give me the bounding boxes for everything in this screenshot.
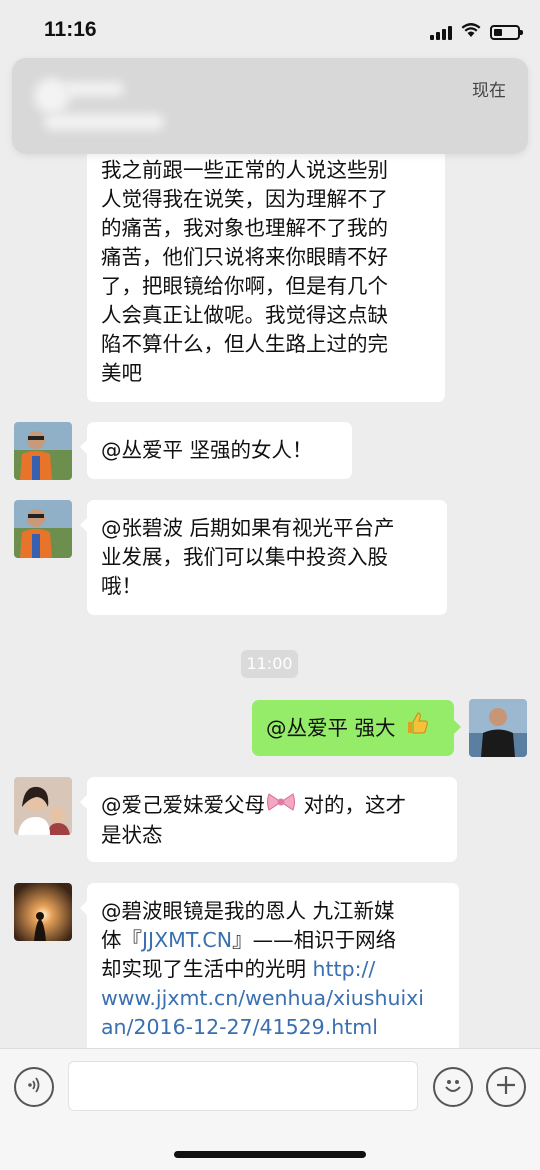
message-text: 对的，这才: [297, 793, 407, 817]
avatar[interactable]: [14, 883, 72, 941]
home-indicator[interactable]: [174, 1151, 366, 1158]
signal-icon: [430, 24, 452, 40]
message-line: 是状态: [101, 823, 163, 847]
emoji-button[interactable]: [433, 1067, 473, 1107]
emoji-icon: [440, 1072, 466, 1102]
message-line: 业发展，我们可以集中投资入股: [101, 545, 388, 569]
message-text: 』——相识于网络: [232, 928, 397, 952]
link[interactable]: http://: [313, 957, 376, 981]
message-bubble[interactable]: @丛爱平 强大: [252, 700, 461, 757]
avatar[interactable]: [469, 699, 527, 757]
avatar[interactable]: [14, 777, 72, 835]
message-bubble[interactable]: @丛爱平 坚强的女人！: [80, 422, 352, 479]
link[interactable]: an/2016-12-27/41529.html: [101, 1013, 445, 1042]
plus-button[interactable]: [486, 1067, 526, 1107]
plus-icon: [495, 1074, 517, 1100]
message-text: @爱己爱妹爱父母: [101, 793, 265, 817]
message-line: 了，把眼镜给你啊，但是有几个: [101, 274, 388, 298]
message-line: 人觉得我在说笑，因为理解不了: [101, 187, 388, 211]
message-bubble[interactable]: 我之前跟一些正常的人说这些别 人觉得我在说笑，因为理解不了 的痛苦，我对象也理解…: [80, 120, 445, 402]
timestamp: 11:00: [241, 650, 298, 678]
message-text: @丛爱平 强大: [266, 716, 396, 740]
link[interactable]: www.jjxmt.cn/wenhua/xiushuixi: [101, 984, 445, 1013]
wifi-icon: [460, 22, 482, 42]
battery-icon: [490, 24, 523, 40]
notification-content-blurred: [30, 72, 180, 138]
chat-area[interactable]: 我之前跟一些正常的人说这些别 人觉得我在说笑，因为理解不了 的痛苦，我对象也理解…: [0, 0, 540, 1048]
message-line: 我之前跟一些正常的人说这些别: [101, 158, 388, 182]
voice-button[interactable]: [14, 1067, 54, 1107]
message-line: 哦！: [101, 574, 142, 598]
message-line: 美吧: [101, 361, 142, 385]
message-line: @张碧波 后期如果有视光平台产: [101, 516, 395, 540]
message-bubble[interactable]: @张碧波 后期如果有视光平台产 业发展，我们可以集中投资入股 哦！: [80, 500, 447, 615]
message-bubble[interactable]: @爱己爱妹爱父母 对的，这才 是状态: [80, 777, 457, 862]
status-bar: 11:16: [0, 0, 540, 62]
voice-icon: [24, 1075, 44, 1099]
message-text: 体『: [101, 928, 142, 952]
bow-icon: [266, 791, 296, 821]
message-line: @碧波眼镜是我的恩人 九江新媒: [101, 899, 395, 923]
notification-banner[interactable]: 现在: [12, 58, 528, 154]
message-text: 却实现了生活中的光明: [101, 957, 313, 981]
link[interactable]: JJXMT.CN: [142, 928, 232, 952]
message-line: 人会真正让做呢。我觉得这点缺: [101, 303, 388, 327]
message-text: @丛爱平 坚强的女人！: [101, 438, 313, 462]
thumbs-up-icon: [404, 701, 430, 757]
avatar[interactable]: [14, 422, 72, 480]
message-bubble[interactable]: @碧波眼镜是我的恩人 九江新媒 体『JJXMT.CN』——相识于网络 却实现了生…: [80, 883, 459, 1048]
status-time: 11:16: [44, 18, 97, 41]
message-line: 的痛苦，我对象也理解不了我的: [101, 216, 388, 240]
message-input[interactable]: [68, 1061, 418, 1111]
avatar[interactable]: [14, 500, 72, 558]
notification-time: 现在: [472, 81, 506, 101]
message-line: 陷不算什么，但人生路上过的完: [101, 332, 388, 356]
message-line: 痛苦，他们只说将来你眼睛不好: [101, 245, 388, 269]
